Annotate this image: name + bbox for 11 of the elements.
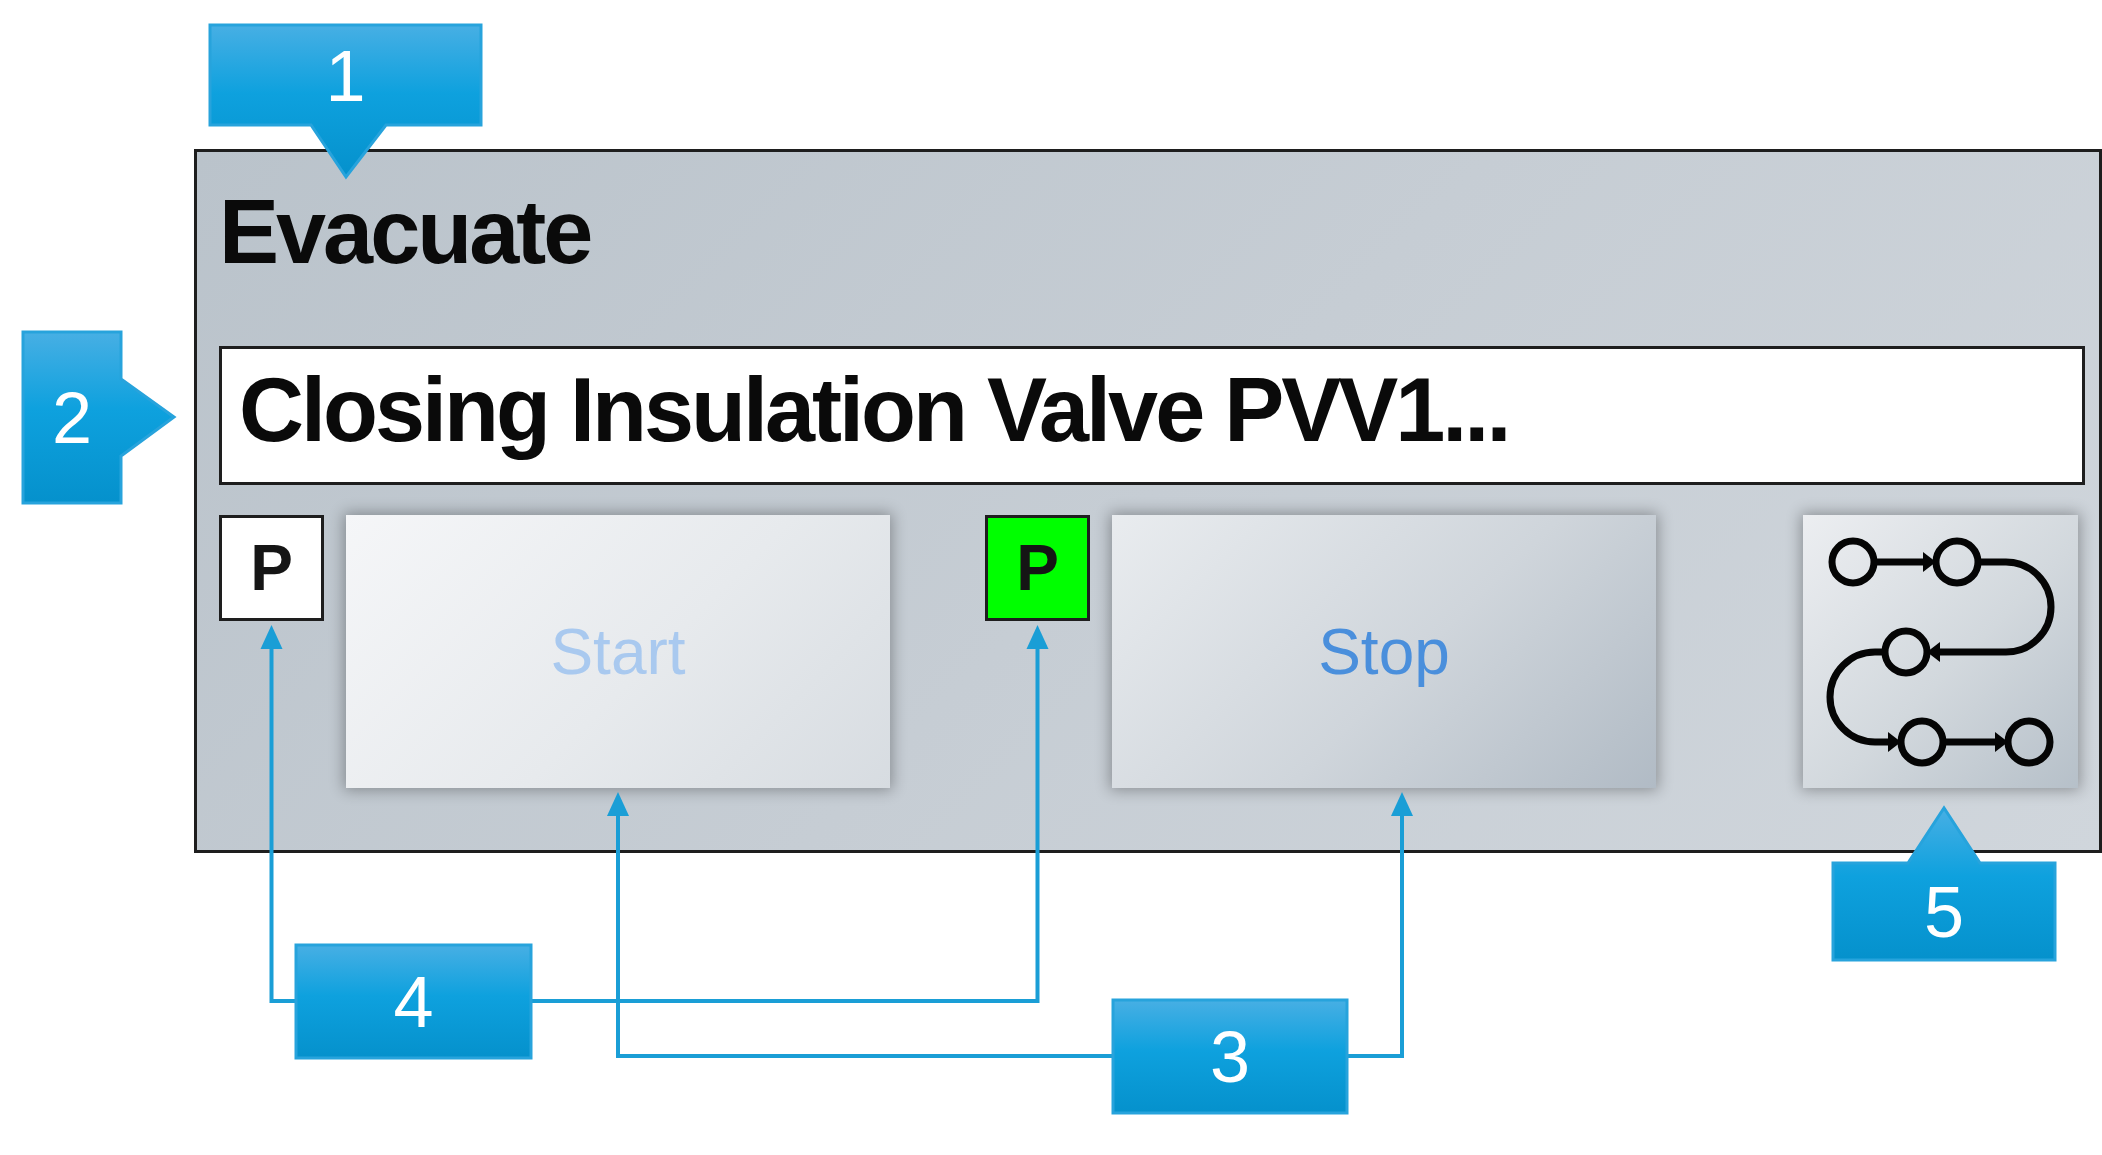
- callout-marker: 2: [21, 330, 177, 505]
- status-display: Closing Insulation Valve PVV1...: [219, 346, 2085, 485]
- workflow-icon: [1826, 536, 2055, 767]
- toggle-button[interactable]: P: [219, 515, 324, 621]
- toggle-button[interactable]: P: [985, 515, 1090, 621]
- panel-title: Evacuate: [219, 182, 591, 282]
- callout-marker: 4: [294, 943, 533, 1060]
- callout-marker: 1: [208, 23, 483, 180]
- workflow-button[interactable]: [1803, 515, 2078, 788]
- callout-marker: 5: [1831, 805, 2057, 962]
- callout-marker: 3: [1111, 998, 1349, 1115]
